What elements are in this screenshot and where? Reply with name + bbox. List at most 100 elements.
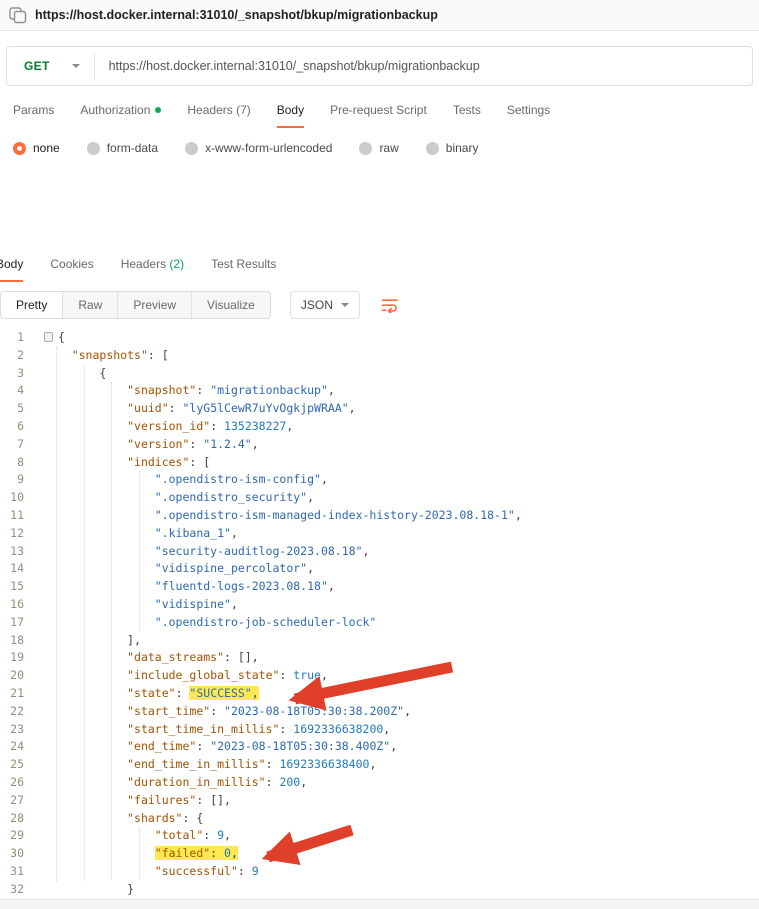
view-raw[interactable]: Raw [63, 292, 118, 318]
request-tab-settings[interactable]: Settings [507, 92, 550, 128]
body-type-binary[interactable]: binary [426, 141, 479, 155]
code-line: 26 "duration_in_millis": 200, [0, 774, 759, 792]
line-number: 16 [0, 596, 36, 614]
body-type-label: binary [446, 141, 479, 155]
line-number: 32 [0, 881, 36, 899]
response-tab-body[interactable]: Body [0, 247, 23, 282]
code-line: 25 "end_time_in_millis": 1692336638400, [0, 756, 759, 774]
url-bar: GET https://host.docker.internal:31010/_… [6, 46, 753, 86]
response-tab-headers[interactable]: Headers (2) [121, 247, 184, 282]
code-line: 29 "total": 9, [0, 827, 759, 845]
response-tab-test-results[interactable]: Test Results [211, 247, 276, 282]
line-number: 14 [0, 560, 36, 578]
method-selector[interactable]: GET [7, 59, 94, 73]
format-dropdown[interactable]: JSON [290, 291, 360, 319]
response-tab-cookies[interactable]: Cookies [50, 247, 93, 282]
code-line: 3 { [0, 365, 759, 383]
code-line: 20 "include_global_state": true, [0, 667, 759, 685]
code-line: 8 "indices": [ [0, 454, 759, 472]
radio-icon[interactable] [13, 142, 26, 155]
chevron-down-icon [72, 64, 80, 68]
tab-label: Settings [507, 103, 550, 117]
request-tab-authorization[interactable]: Authorization [80, 92, 161, 128]
tab-label: Params [13, 103, 54, 117]
line-number: 27 [0, 792, 36, 810]
body-type-options: none form-data x-www-form-urlencoded raw bin… [0, 128, 759, 155]
code-line: 4 "snapshot": "migrationbackup", [0, 382, 759, 400]
code-line: 21 "state": "SUCCESS", [0, 685, 759, 703]
view-segments: PrettyRawPreviewVisualize [0, 291, 271, 319]
radio-icon[interactable] [87, 142, 100, 155]
code-line: 14 "vidispine_percolator", [0, 560, 759, 578]
code-line: 28 "shards": { [0, 810, 759, 828]
line-number: 5 [0, 400, 36, 418]
radio-icon[interactable] [359, 142, 372, 155]
wrap-text-icon[interactable] [381, 298, 399, 313]
code-line: 19 "data_streams": [], [0, 649, 759, 667]
code-line: 31 "successful": 9 [0, 863, 759, 881]
line-number: 19 [0, 649, 36, 667]
code-line: 24 "end_time": "2023-08-18T05:30:38.400Z… [0, 738, 759, 756]
code-line: 5 "uuid": "lyG5lCewR7uYvOgkjpWRAA", [0, 400, 759, 418]
radio-icon[interactable] [185, 142, 198, 155]
request-tabs: Params Authorization Headers (7) Body Pre-re… [0, 92, 759, 128]
chevron-down-icon [341, 303, 349, 307]
code-line: 12 ".kibana_1", [0, 525, 759, 543]
response-body: 1{2 "snapshots": [3 {4 "snapshot": "migr… [0, 325, 759, 899]
request-tab-params[interactable]: Params [13, 92, 54, 128]
code-line: 10 ".opendistro_security", [0, 489, 759, 507]
code-line: 23 "start_time_in_millis": 1692336638200… [0, 721, 759, 739]
horizontal-scrollbar[interactable] [0, 899, 759, 909]
body-type-label: raw [379, 141, 398, 155]
view-preview[interactable]: Preview [118, 292, 192, 318]
tab-label: Test Results [211, 257, 276, 271]
line-number: 29 [0, 827, 36, 845]
body-type-label: x-www-form-urlencoded [205, 141, 332, 155]
request-tab-headers-7[interactable]: Headers (7) [187, 92, 250, 128]
request-tab-pre-request-script[interactable]: Pre-request Script [330, 92, 427, 128]
body-type-none[interactable]: none [13, 141, 60, 155]
line-number: 28 [0, 810, 36, 828]
radio-icon[interactable] [426, 142, 439, 155]
code-line: 32 } [0, 881, 759, 899]
line-number: 21 [0, 685, 36, 703]
line-number: 25 [0, 756, 36, 774]
body-type-raw[interactable]: raw [359, 141, 398, 155]
code-line: 18 ], [0, 632, 759, 650]
line-number: 30 [0, 845, 36, 863]
request-tab-tests[interactable]: Tests [453, 92, 481, 128]
tab-label: Tests [453, 103, 481, 117]
code-lines: 1{2 "snapshots": [3 {4 "snapshot": "migr… [0, 329, 759, 899]
method-label: GET [24, 59, 50, 73]
body-type-form-data[interactable]: form-data [87, 141, 158, 155]
line-number: 6 [0, 418, 36, 436]
line-number: 1 [0, 329, 36, 347]
line-number: 23 [0, 721, 36, 739]
request-tab-body[interactable]: Body [277, 92, 304, 128]
request-title: https://host.docker.internal:31010/_snap… [35, 8, 438, 22]
view-visualize[interactable]: Visualize [192, 292, 270, 318]
tab-label: Headers [121, 257, 166, 271]
line-number: 12 [0, 525, 36, 543]
tab-label: Body [0, 257, 23, 271]
code-line: 27 "failures": [], [0, 792, 759, 810]
line-number: 17 [0, 614, 36, 632]
code-line: 11 ".opendistro-ism-managed-index-histor… [0, 507, 759, 525]
code-settings-icon[interactable] [44, 332, 53, 342]
code-line: 2 "snapshots": [ [0, 347, 759, 365]
view-pretty[interactable]: Pretty [1, 292, 63, 318]
line-number: 31 [0, 863, 36, 881]
code-line: 6 "version_id": 135238227, [0, 418, 759, 436]
code-line: 7 "version": "1.2.4", [0, 436, 759, 454]
body-type-x-www-form-urlencoded[interactable]: x-www-form-urlencoded [185, 141, 332, 155]
code-line: 1{ [0, 329, 759, 347]
authorized-dot-icon [155, 107, 161, 113]
line-number: 2 [0, 347, 36, 365]
code-line: 9 ".opendistro-ism-config", [0, 471, 759, 489]
line-number: 9 [0, 471, 36, 489]
code-line: 17 ".opendistro-job-scheduler-lock" [0, 614, 759, 632]
tab-count: (2) [166, 257, 184, 271]
http-request-icon [9, 7, 27, 24]
url-input[interactable]: https://host.docker.internal:31010/_snap… [95, 59, 480, 73]
line-number: 8 [0, 454, 36, 472]
